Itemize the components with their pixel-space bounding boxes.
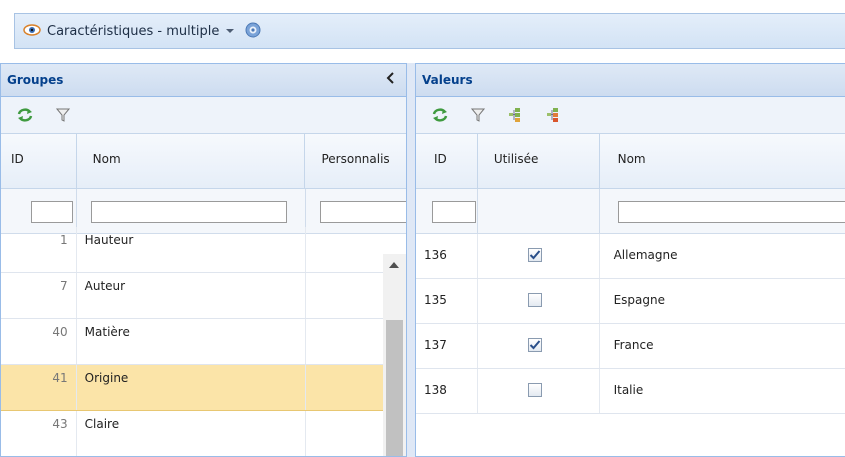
- eye-icon: [23, 23, 41, 39]
- help-icon[interactable]: [245, 22, 261, 41]
- row-used: [478, 234, 600, 278]
- used-checkbox[interactable]: [527, 383, 542, 397]
- filter-icon[interactable]: [468, 105, 488, 125]
- row-name: Hauteur: [77, 227, 306, 272]
- row-name: Allemagne: [613, 248, 678, 262]
- row-name: Origine: [77, 365, 306, 410]
- title-bar: Caractéristiques - multiple: [0, 0, 845, 62]
- used-checkbox[interactable]: [527, 248, 542, 262]
- filter-input-name[interactable]: [90, 201, 287, 223]
- table-row[interactable]: 40 Matière: [1, 319, 406, 365]
- filter-input-name[interactable]: [617, 201, 845, 223]
- view-selector[interactable]: Caractéristiques - multiple: [14, 13, 845, 49]
- chevron-down-icon[interactable]: [225, 24, 235, 38]
- row-id: 1: [1, 227, 77, 272]
- chevron-left-icon[interactable]: [386, 72, 396, 88]
- checkmark-icon: [529, 250, 541, 260]
- row-id: 136: [416, 234, 478, 278]
- values-rows: 136 Allemagne 135 Espagne 137 France 138: [416, 234, 845, 414]
- row-used: [478, 324, 600, 368]
- row-name: Matière: [77, 319, 306, 364]
- row-id: 40: [1, 319, 77, 364]
- groups-toolbar: [1, 97, 406, 134]
- groups-rows: 1 Hauteur 7 Auteur 40 Matière 41 Origine…: [1, 227, 406, 456]
- row-id: 138: [416, 369, 478, 413]
- column-header-id[interactable]: ID: [416, 134, 478, 188]
- filter-cell-name: [600, 189, 845, 233]
- table-row[interactable]: 43 Claire: [1, 411, 406, 456]
- row-name: Espagne: [613, 293, 665, 307]
- row-used: [478, 279, 600, 323]
- table-row-selected[interactable]: 41 Origine: [1, 365, 406, 411]
- filter-cell-used: [478, 189, 600, 233]
- filter-input-custom[interactable]: [319, 201, 406, 223]
- column-header-used[interactable]: Utilisée: [478, 134, 600, 188]
- table-row[interactable]: 137 France: [416, 324, 845, 369]
- add-value-icon[interactable]: [506, 105, 526, 125]
- filter-input-id[interactable]: [31, 201, 73, 223]
- row-id: 41: [1, 365, 77, 410]
- scrollbar-thumb[interactable]: [386, 320, 403, 456]
- values-panel-header: Valeurs: [416, 64, 845, 97]
- row-id: 135: [416, 279, 478, 323]
- values-panel: Valeurs ID Utilisée Nom 136 Allemagne 13…: [415, 63, 845, 457]
- panel-splitter[interactable]: [407, 63, 415, 457]
- filter-icon[interactable]: [53, 105, 73, 125]
- groups-panel-title: Groupes: [7, 73, 64, 87]
- values-panel-title: Valeurs: [422, 73, 473, 87]
- column-header-custom[interactable]: Personnalis: [305, 134, 406, 188]
- values-filter-row: [416, 189, 845, 234]
- row-name: Italie: [613, 383, 644, 397]
- refresh-icon[interactable]: [15, 105, 35, 125]
- column-header-name[interactable]: Nom: [600, 134, 845, 188]
- groups-grid-header: ID Nom Personnalis: [1, 134, 406, 189]
- row-id: 137: [416, 324, 478, 368]
- table-row[interactable]: 138 Italie: [416, 369, 845, 414]
- used-checkbox[interactable]: [527, 338, 542, 352]
- filter-input-id[interactable]: [432, 201, 476, 223]
- table-row[interactable]: 135 Espagne: [416, 279, 845, 324]
- table-row[interactable]: 7 Auteur: [1, 273, 406, 319]
- values-toolbar: [416, 97, 845, 134]
- remove-value-icon[interactable]: [544, 105, 564, 125]
- row-name: Auteur: [77, 273, 306, 318]
- column-header-id[interactable]: ID: [1, 134, 77, 188]
- scroll-up-icon[interactable]: [389, 262, 399, 268]
- checkmark-icon: [529, 340, 541, 350]
- row-name: Claire: [77, 411, 306, 456]
- groups-scrollbar[interactable]: [383, 254, 406, 456]
- row-name: France: [613, 338, 654, 352]
- used-checkbox[interactable]: [527, 293, 542, 307]
- refresh-icon[interactable]: [430, 105, 450, 125]
- column-header-name[interactable]: Nom: [77, 134, 306, 188]
- groups-panel-header: Groupes: [1, 64, 406, 97]
- row-used: [478, 369, 600, 413]
- view-title[interactable]: Caractéristiques - multiple: [47, 24, 219, 39]
- row-id: 7: [1, 273, 77, 318]
- table-row[interactable]: 136 Allemagne: [416, 234, 845, 279]
- groups-panel: Groupes ID Nom Personnalis 1 Hauteur 7 A…: [0, 63, 407, 457]
- row-id: 43: [1, 411, 77, 456]
- filter-cell-id: [416, 189, 478, 233]
- table-row[interactable]: 1 Hauteur: [1, 227, 406, 273]
- values-grid-header: ID Utilisée Nom: [416, 134, 845, 189]
